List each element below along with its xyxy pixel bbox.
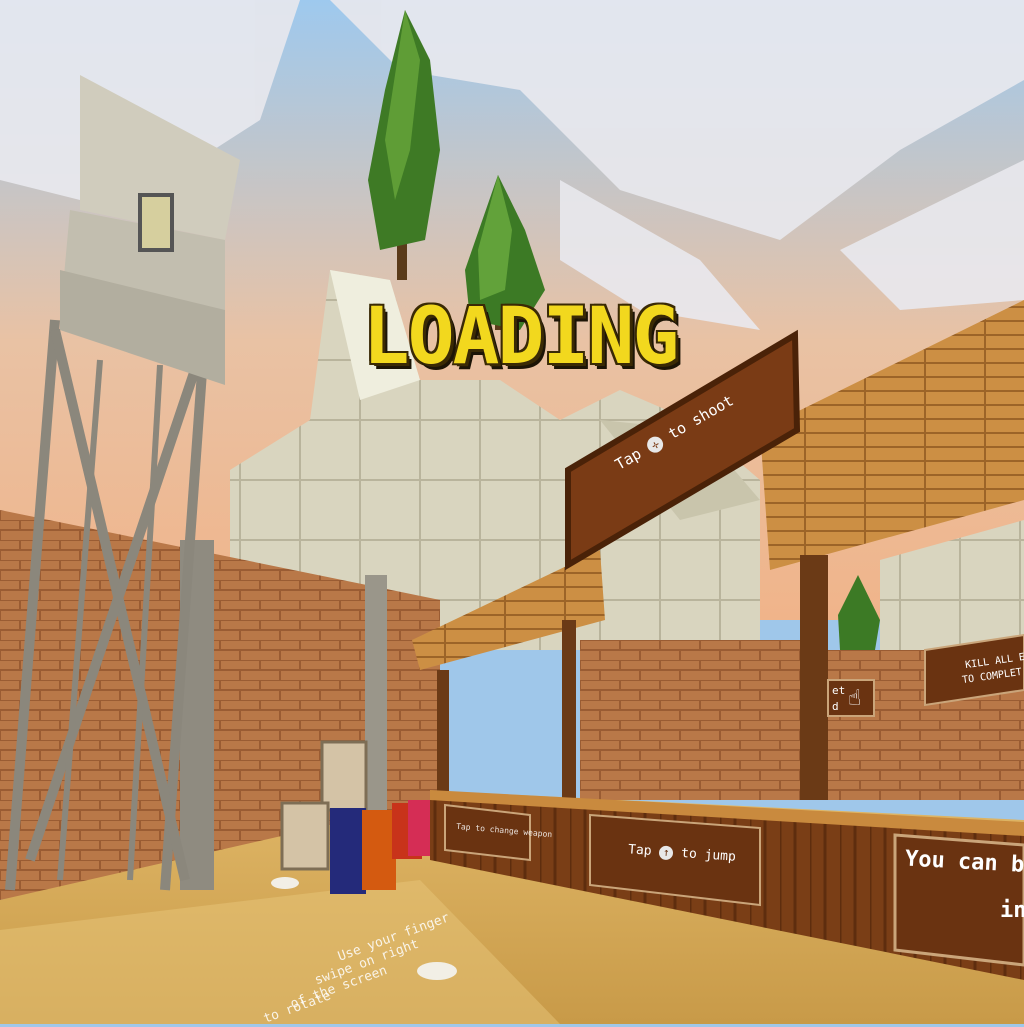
game-scene <box>0 0 1024 1024</box>
partial-sign-line1: et <box>832 684 846 697</box>
wall-back <box>580 640 820 800</box>
loading-title: LOADING <box>362 292 680 382</box>
arrow-up-icon: ↑ <box>658 845 674 861</box>
jump-sign-tap: Tap <box>627 842 653 859</box>
hand-pointer-icon: ☝ <box>848 686 862 711</box>
buy-sign-line2: in <box>1000 898 1024 923</box>
partial-sign-line2: d <box>832 700 839 713</box>
